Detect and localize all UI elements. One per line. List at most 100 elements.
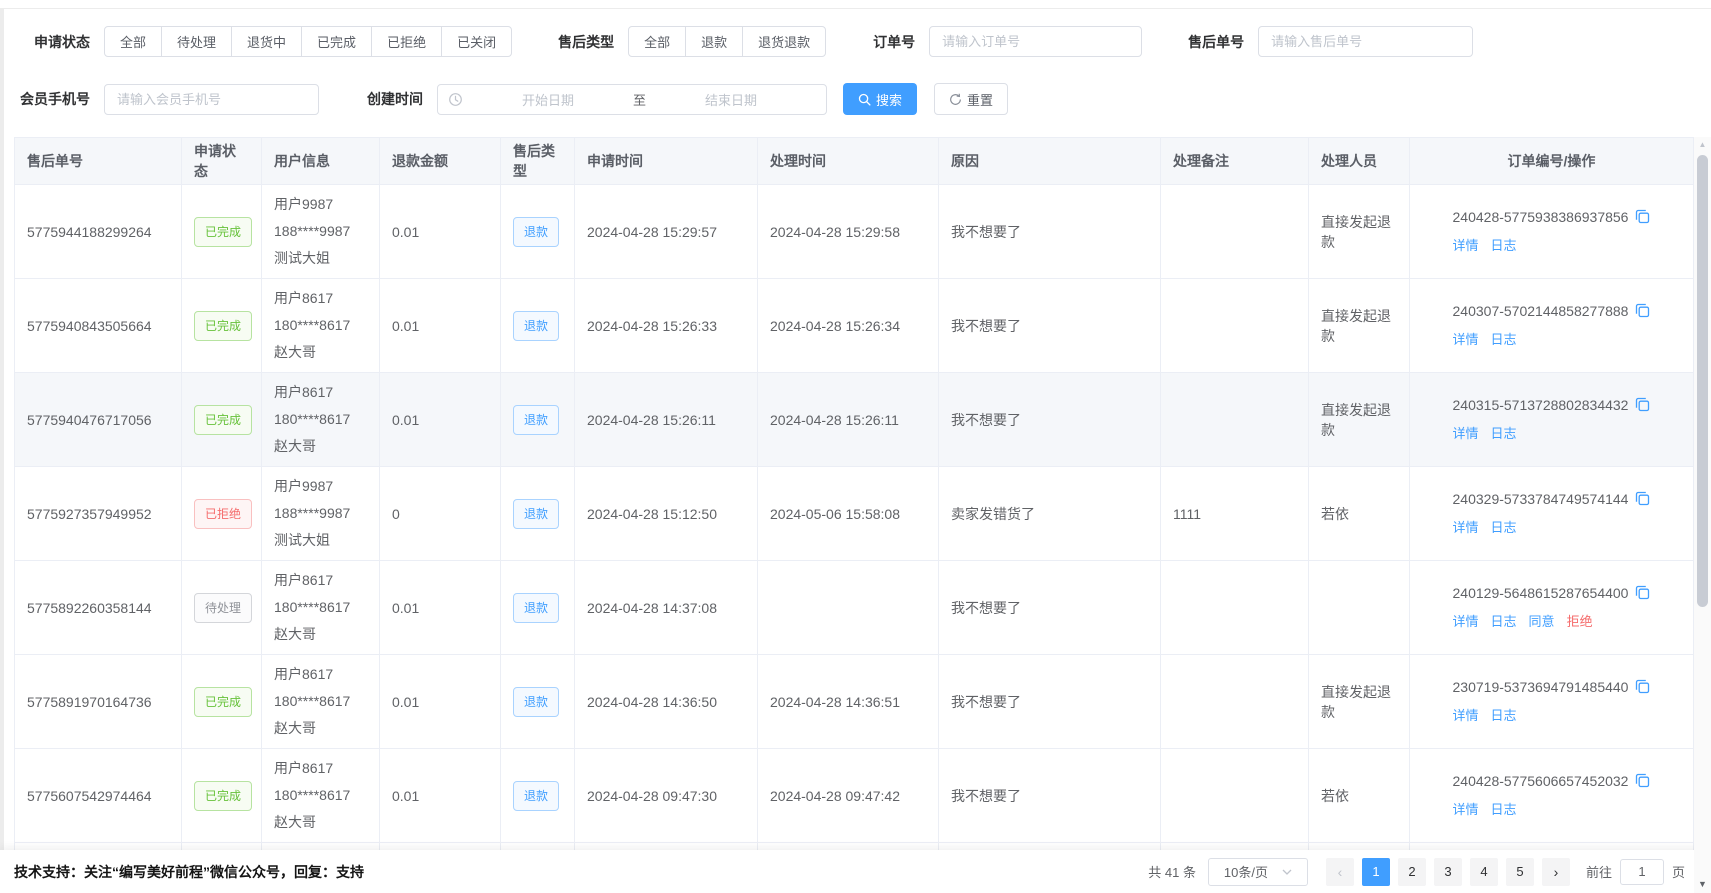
user-info: 用户8617180****8617赵大哥	[274, 567, 367, 648]
action-links: 详情日志	[1453, 799, 1651, 818]
start-date-placeholder[interactable]: 开始日期	[463, 90, 633, 109]
action-link-详情[interactable]: 详情	[1453, 614, 1479, 629]
action-link-详情[interactable]: 详情	[1453, 802, 1479, 817]
column-header-5: 售后类型	[501, 138, 575, 185]
reset-button[interactable]: 重置	[934, 83, 1008, 115]
copy-icon[interactable]	[1635, 397, 1650, 412]
action-link-详情[interactable]: 详情	[1453, 238, 1479, 253]
action-links: 详情日志	[1453, 517, 1651, 536]
cell-user-info: 用户8617180****8617赵大哥	[262, 561, 380, 655]
cell-user-info: 用户9987188****9987测试大姐	[262, 185, 380, 279]
cell-service-no: 5775607542974464	[15, 749, 182, 843]
order-number: 240307-5702144858277888	[1453, 303, 1629, 319]
action-link-日志[interactable]: 日志	[1491, 238, 1517, 253]
cell-order: 230719-5373694791485440 详情日志	[1410, 655, 1694, 749]
cell-service-type: 退款	[501, 279, 575, 373]
cell-reason: 我不想要了	[939, 561, 1161, 655]
cell-reason: 卖家发错货了	[939, 467, 1161, 561]
order-block: 240329-5733784749574144 详情日志	[1453, 491, 1651, 536]
goto-unit: 页	[1672, 862, 1685, 881]
end-date-placeholder[interactable]: 结束日期	[646, 90, 816, 109]
action-link-拒绝[interactable]: 拒绝	[1567, 614, 1593, 629]
copy-icon[interactable]	[1635, 679, 1650, 694]
action-link-详情[interactable]: 详情	[1453, 520, 1479, 535]
page-button-5[interactable]: 5	[1506, 858, 1534, 886]
search-icon	[858, 93, 871, 106]
order-line: 240329-5733784749574144	[1453, 491, 1651, 507]
service-no-input[interactable]	[1258, 26, 1473, 57]
prev-page-button[interactable]: ‹	[1326, 858, 1354, 886]
status-option-待处理[interactable]: 待处理	[161, 26, 232, 57]
user-info: 用户8617180****8617赵大哥	[274, 755, 367, 836]
status-option-已关闭[interactable]: 已关闭	[441, 26, 512, 57]
status-option-退货中[interactable]: 退货中	[231, 26, 302, 57]
page-size-select[interactable]: 10条/页	[1208, 858, 1308, 886]
action-link-详情[interactable]: 详情	[1453, 708, 1479, 723]
type-option-退货退款[interactable]: 退货退款	[742, 26, 826, 57]
page-button-2[interactable]: 2	[1398, 858, 1426, 886]
phone-input[interactable]	[104, 84, 319, 115]
cell-service-no: 5775944188299264	[15, 185, 182, 279]
cell-handler: 直接发起退款	[1309, 655, 1410, 749]
cell-status: 已完成	[182, 373, 262, 467]
type-filter-label: 售后类型	[552, 32, 614, 52]
cell-status: 已完成	[182, 749, 262, 843]
cell-service-type: 退款	[501, 655, 575, 749]
cell-order: 240428-5775606657452032 详情日志	[1410, 749, 1694, 843]
status-filter-group: 全部待处理退货中已完成已拒绝已关闭	[104, 26, 512, 57]
copy-icon[interactable]	[1635, 773, 1650, 788]
vertical-scrollbar[interactable]: ▲ ▼	[1694, 137, 1711, 893]
status-option-全部[interactable]: 全部	[104, 26, 162, 57]
date-range-picker[interactable]: 开始日期 至 结束日期	[437, 84, 827, 115]
cell-handle-time: 2024-04-28 15:26:11	[758, 373, 939, 467]
action-link-日志[interactable]: 日志	[1491, 426, 1517, 441]
search-button-label: 搜索	[876, 90, 902, 109]
type-badge: 退款	[513, 499, 559, 529]
user-info: 用户9987188****9987测试大姐	[274, 473, 367, 554]
order-no-input[interactable]	[929, 26, 1142, 57]
cell-remark	[1161, 749, 1309, 843]
cell-handler: 若依	[1309, 467, 1410, 561]
copy-icon[interactable]	[1635, 585, 1650, 600]
cell-handle-time: 2024-04-28 14:36:51	[758, 655, 939, 749]
status-option-已完成[interactable]: 已完成	[301, 26, 372, 57]
action-link-日志[interactable]: 日志	[1491, 520, 1517, 535]
scroll-down-arrow-icon[interactable]: ▼	[1694, 879, 1711, 889]
copy-icon[interactable]	[1635, 209, 1650, 224]
type-badge: 退款	[513, 593, 559, 623]
search-button[interactable]: 搜索	[843, 83, 917, 115]
page-button-3[interactable]: 3	[1434, 858, 1462, 886]
cell-refund-amount: 0	[380, 467, 501, 561]
scroll-up-arrow-icon[interactable]: ▲	[1694, 140, 1711, 149]
cell-order: 240428-5775938386937856 详情日志	[1410, 185, 1694, 279]
page-button-1[interactable]: 1	[1362, 858, 1390, 886]
copy-icon[interactable]	[1635, 303, 1650, 318]
action-link-日志[interactable]: 日志	[1491, 614, 1517, 629]
copy-icon[interactable]	[1635, 491, 1650, 506]
footer-bar: 技术支持：关注“编写美好前程”微信公众号，回复：支持 共 41 条 10条/页 …	[0, 850, 1711, 893]
status-option-已拒绝[interactable]: 已拒绝	[371, 26, 442, 57]
type-option-全部[interactable]: 全部	[628, 26, 686, 57]
action-link-日志[interactable]: 日志	[1491, 802, 1517, 817]
cell-reason: 我不想要了	[939, 655, 1161, 749]
action-link-日志[interactable]: 日志	[1491, 708, 1517, 723]
next-page-button[interactable]: ›	[1542, 858, 1570, 886]
action-link-详情[interactable]: 详情	[1453, 426, 1479, 441]
cell-handle-time: 2024-04-28 09:47:42	[758, 749, 939, 843]
order-line: 240428-5775938386937856	[1453, 209, 1651, 225]
column-header-3: 用户信息	[262, 138, 380, 185]
cell-refund-amount: 0.01	[380, 373, 501, 467]
service-no-label: 售后单号	[1182, 32, 1244, 52]
type-option-退款[interactable]: 退款	[685, 26, 743, 57]
scrollbar-thumb[interactable]	[1697, 155, 1708, 607]
cell-handler: 直接发起退款	[1309, 185, 1410, 279]
goto-page-input[interactable]	[1620, 859, 1664, 885]
action-link-日志[interactable]: 日志	[1491, 332, 1517, 347]
user-info: 用户8617180****8617赵大哥	[274, 285, 367, 366]
cell-apply-time: 2024-04-28 15:29:57	[575, 185, 758, 279]
action-link-详情[interactable]: 详情	[1453, 332, 1479, 347]
page-button-4[interactable]: 4	[1470, 858, 1498, 886]
action-link-同意[interactable]: 同意	[1529, 614, 1555, 629]
type-badge: 退款	[513, 217, 559, 247]
cell-reason: 我不想要了	[939, 185, 1161, 279]
